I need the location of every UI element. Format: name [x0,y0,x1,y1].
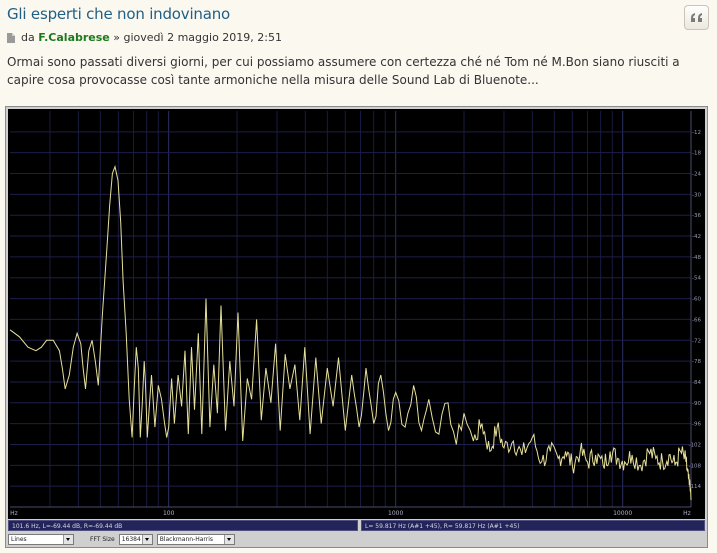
window-value: Blackmann-Harris [159,535,214,543]
post-meta: da F.Calabrese » giovedì 2 maggio 2019, … [7,31,282,44]
post-title[interactable]: Gli esperti che non indovinano [7,5,230,23]
y-tick-label: -60 [692,297,701,303]
y-tick-label: -96 [692,422,701,428]
y-tick-label: -42 [692,234,701,240]
spectrum-analyzer-image: -12 -18 -24 -30 -36 -42 -48 -54 -60 -66 -72 -78 -84 -… [5,106,708,548]
quote-button[interactable] [684,5,709,30]
fft-size-select[interactable]: 16384 [118,533,153,545]
meta-separator: » [113,31,121,44]
spectrum-chart: -12 -18 -24 -30 -36 -42 -48 -54 -60 -66 -72 -78 -84 -… [9,111,702,517]
y-tick-label: -12 [692,130,701,136]
post-date: giovedì 2 maggio 2019, 2:51 [123,31,282,44]
y-tick-label: -102 [689,442,701,448]
x-tick-label: Hz [683,510,691,517]
chevron-down-icon [63,534,73,544]
y-tick-label: -54 [692,276,701,282]
quote-icon [691,13,702,22]
analyzer-controls: Lines FFT Size 16384 Blackmann-Harris [8,533,705,545]
y-tick-label: -108 [689,463,702,469]
spectrum-plot: -12 -18 -24 -30 -36 -42 -48 -54 -60 -66 -72 -78 -84 -… [8,109,705,519]
y-tick-label: -72 [692,338,701,344]
meta-prefix: da [21,31,35,44]
view-mode-value: Lines [11,535,27,543]
analyzer-status-bar: 101.6 Hz, L=-69.44 dB, R=-69.44 dB L= 59… [8,520,705,531]
fft-size-label: FFT Size [90,535,115,543]
peak-readout: L= 59.817 Hz (A#1 +45), R= 59.817 Hz (A#… [361,520,705,531]
view-mode-select[interactable]: Lines [8,533,74,545]
x-tick-label: 10000 [613,510,632,517]
author-link[interactable]: F.Calabrese [38,31,110,44]
y-tick-label: -24 [692,172,701,178]
file-icon [7,32,15,43]
y-tick-label: -66 [692,317,701,323]
y-tick-label: -36 [692,213,701,219]
y-tick-label: -90 [692,401,701,407]
x-tick-label: Hz [10,510,18,517]
window-select[interactable]: Blackmann-Harris [156,533,235,545]
fft-size-value: 16384 [121,535,141,543]
chevron-down-icon [141,534,152,544]
cursor-readout: 101.6 Hz, L=-69.44 dB, R=-69.44 dB [8,520,358,531]
y-tick-label: -18 [692,151,701,157]
x-tick-label: 1000 [388,510,403,517]
spectrum-series-line [9,164,692,501]
post-body: Ormai sono passati diversi giorni, per c… [7,55,680,87]
y-tick-label: -30 [692,192,701,198]
x-tick-label: 100 [163,510,175,517]
chevron-down-icon [223,534,234,544]
y-tick-label: -78 [692,359,701,365]
y-tick-label: -84 [692,380,701,386]
y-tick-label: -48 [692,255,701,261]
